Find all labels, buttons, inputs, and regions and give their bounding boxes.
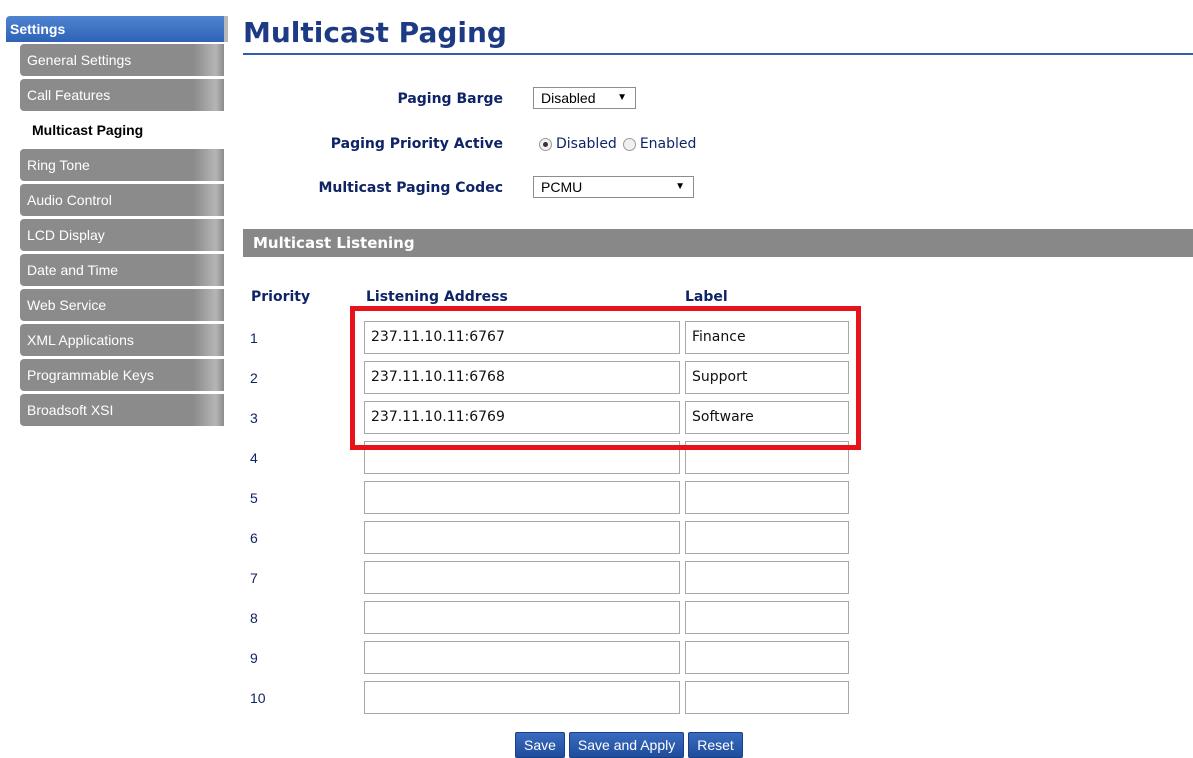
page-title: Multicast Paging [243, 16, 507, 49]
label-input[interactable]: Support [685, 361, 849, 394]
paging-priority-label: Paging Priority Active [330, 136, 503, 152]
priority-cell: 4 [250, 450, 258, 466]
priority-cell: 9 [250, 650, 258, 666]
priority-cell: 3 [250, 410, 258, 426]
label-input[interactable] [685, 641, 849, 674]
sidebar-item-xml-applications[interactable]: XML Applications [20, 324, 224, 356]
sidebar-item-audio-control[interactable]: Audio Control [20, 184, 224, 216]
label-input[interactable] [685, 601, 849, 634]
chevron-down-icon: ▼ [675, 181, 685, 192]
priority-cell: 5 [250, 490, 258, 506]
sidebar-item-multicast-paging[interactable]: Multicast Paging [20, 114, 224, 146]
save-and-apply-button[interactable]: Save and Apply [568, 732, 685, 758]
reset-button[interactable]: Reset [688, 732, 743, 758]
label-input[interactable] [685, 561, 849, 594]
label-input[interactable] [685, 441, 849, 474]
listening-address-input[interactable]: 237.11.10.11:6768 [364, 361, 680, 394]
priority-cell: 2 [250, 370, 258, 386]
listening-address-input[interactable] [364, 601, 680, 634]
codec-label: Multicast Paging Codec [318, 180, 503, 196]
paging-priority-enabled-label: Enabled [639, 136, 697, 152]
codec-select[interactable]: PCMU ▼ [533, 176, 694, 198]
priority-cell: 1 [250, 330, 258, 346]
listening-address-input[interactable] [364, 681, 680, 714]
paging-barge-value: Disabled [541, 90, 596, 106]
paging-barge-label: Paging Barge [397, 91, 503, 107]
listening-address-input[interactable] [364, 561, 680, 594]
sidebar-item-web-service[interactable]: Web Service [20, 289, 224, 321]
codec-value: PCMU [541, 179, 583, 195]
title-divider [243, 53, 1193, 55]
paging-priority-radio-group: Disabled Enabled [539, 136, 696, 152]
listening-address-input[interactable] [364, 441, 680, 474]
sidebar-header[interactable]: Settings [6, 16, 224, 42]
listening-address-input[interactable]: 237.11.10.11:6767 [364, 321, 680, 354]
save-button[interactable]: Save [515, 732, 565, 758]
chevron-down-icon: ▼ [617, 92, 627, 103]
priority-cell: 7 [250, 570, 258, 586]
label-input[interactable] [685, 521, 849, 554]
sidebar-item-ring-tone[interactable]: Ring Tone [20, 149, 224, 181]
priority-cell: 8 [250, 610, 258, 626]
listening-address-input[interactable] [364, 521, 680, 554]
action-buttons: Save Save and Apply Reset [515, 732, 743, 758]
label-column-header: Label [685, 289, 728, 305]
listening-address-input[interactable]: 237.11.10.11:6769 [364, 401, 680, 434]
label-input[interactable]: Finance [685, 321, 849, 354]
sidebar-item-general-settings[interactable]: General Settings [20, 44, 224, 76]
sidebar-item-broadsoft-xsi[interactable]: Broadsoft XSI [20, 394, 224, 426]
sidebar-item-date-and-time[interactable]: Date and Time [20, 254, 224, 286]
sidebar: Settings General Settings Call Features … [6, 16, 224, 426]
listening-address-input[interactable] [364, 641, 680, 674]
sidebar-item-programmable-keys[interactable]: Programmable Keys [20, 359, 224, 391]
address-column-header: Listening Address [366, 289, 508, 305]
priority-cell: 10 [250, 690, 266, 706]
paging-priority-enabled-radio[interactable] [622, 137, 636, 151]
priority-cell: 6 [250, 530, 258, 546]
paging-barge-select[interactable]: Disabled ▼ [533, 87, 636, 109]
paging-priority-disabled-radio[interactable] [539, 137, 552, 151]
label-input[interactable] [685, 681, 849, 714]
label-input[interactable]: Software [685, 401, 849, 434]
sidebar-item-lcd-display[interactable]: LCD Display [20, 219, 224, 251]
paging-priority-disabled-label: Disabled [556, 136, 617, 152]
label-input[interactable] [685, 481, 849, 514]
priority-column-header: Priority [251, 289, 311, 305]
listening-address-input[interactable] [364, 481, 680, 514]
sidebar-item-call-features[interactable]: Call Features [20, 79, 224, 111]
multicast-listening-section-header: Multicast Listening [243, 229, 1193, 257]
